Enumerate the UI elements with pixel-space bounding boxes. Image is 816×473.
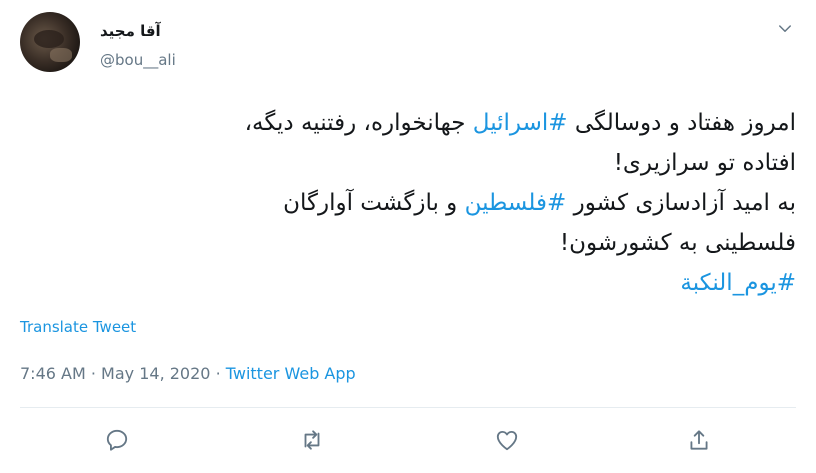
chevron-down-icon[interactable]: [776, 20, 794, 38]
tweet-time[interactable]: 7:46 AM: [20, 364, 86, 383]
display-name[interactable]: آقا مجید: [100, 22, 161, 40]
tweet-text-segment: امروز هفتاد و دوسالگی: [567, 110, 796, 136]
hashtag-link[interactable]: #فلسطین: [465, 190, 567, 216]
tweet-text-segment: و بازگشت آوارگان: [283, 190, 465, 216]
tweet-line: #یوم_النکبة: [20, 263, 796, 303]
hashtag-link[interactable]: #یوم_النکبة: [680, 270, 796, 296]
separator: ·: [215, 364, 221, 383]
share-icon[interactable]: [686, 427, 712, 453]
divider: [20, 407, 796, 408]
tweet-text-segment: به امید آزادسازی کشور: [566, 190, 796, 216]
tweet-line: امروز هفتاد و دوسالگی #اسرائیل جهانخواره…: [20, 103, 796, 143]
tweet-line: به امید آزادسازی کشور #فلسطین و بازگشت آ…: [20, 183, 796, 223]
translate-tweet-link[interactable]: Translate Tweet: [20, 318, 136, 336]
avatar[interactable]: [20, 12, 80, 72]
tweet-date[interactable]: May 14, 2020: [101, 364, 210, 383]
separator: ·: [90, 364, 96, 383]
hashtag-link[interactable]: #اسرائیل: [473, 110, 568, 136]
tweet-source-link[interactable]: Twitter Web App: [226, 364, 356, 383]
tweet-line: افتاده تو سرازیری!: [613, 150, 796, 176]
tweet-line: فلسطینی به کشورشون!: [559, 230, 796, 256]
tweet-text: امروز هفتاد و دوسالگی #اسرائیل جهانخواره…: [20, 103, 796, 303]
action-bar: [0, 427, 816, 453]
like-icon[interactable]: [494, 427, 520, 453]
tweet-metadata: 7:46 AM · May 14, 2020 · Twitter Web App: [20, 364, 356, 383]
retweet-icon[interactable]: [299, 427, 325, 453]
tweet-text-segment: جهانخواره، رفتنیه دیگه،: [244, 110, 473, 136]
reply-icon[interactable]: [104, 427, 130, 453]
user-handle[interactable]: @bou__ali: [100, 51, 176, 69]
